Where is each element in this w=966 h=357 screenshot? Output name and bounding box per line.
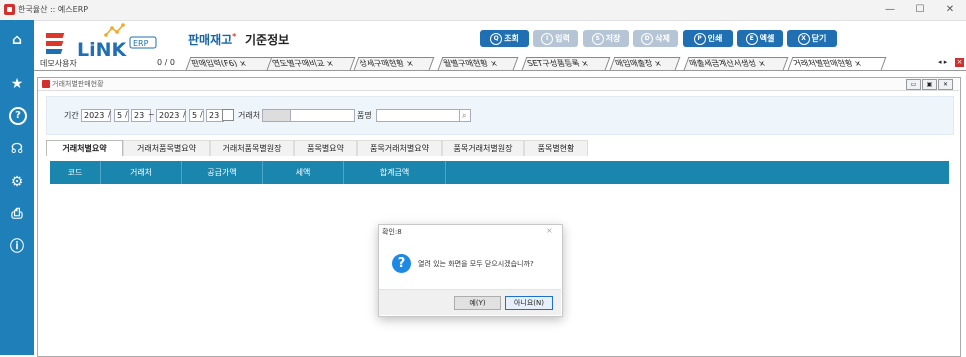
close-button[interactable]: X 닫기 — [787, 30, 837, 47]
partner-code-field[interactable] — [262, 109, 292, 122]
link-erp-logo: LiNK ERP — [38, 23, 158, 61]
doc-tab[interactable]: 연도별구매비교 × — [266, 57, 356, 70]
column-partner[interactable]: 거래처 — [101, 161, 182, 184]
minimize-button[interactable]: — — [873, 0, 907, 20]
home-icon[interactable]: ⌂ — [8, 31, 26, 49]
inner-window-title: 거래처별판매현황 — [52, 80, 104, 88]
doc-tab[interactable]: 상세구매현황 × — [353, 57, 435, 70]
search-icon[interactable]: ⌕ — [459, 109, 471, 122]
dialog-close-icon[interactable]: × — [546, 226, 553, 235]
window-title-bar — [0, 0, 966, 21]
no-button[interactable]: 아니요(N) — [505, 296, 553, 310]
inner-minimize-button[interactable]: ▭ — [906, 79, 921, 90]
dialog-message: 열려 있는 화면을 모두 닫으시겠습니까? — [418, 260, 534, 268]
inner-window-icon — [42, 80, 50, 88]
printer-icon[interactable]: ⎙ — [8, 205, 26, 223]
print-button[interactable]: P 인쇄 — [683, 30, 733, 47]
partner-name-field[interactable] — [290, 109, 355, 122]
headset-icon[interactable]: ☊ — [8, 140, 26, 158]
calendar-icon[interactable] — [222, 109, 234, 121]
column-total-amount[interactable]: 합계금액 — [344, 161, 446, 184]
close-all-tabs-icon[interactable]: × — [955, 58, 964, 67]
tab-partner-item-ledger[interactable]: 거래처품목별원장 — [210, 140, 294, 156]
tab-item-partner-ledger[interactable]: 품목거래처별원장 — [442, 140, 524, 156]
date-separator: / — [108, 110, 111, 119]
column-code[interactable]: 코드 — [50, 161, 101, 184]
date-separator: / — [200, 110, 203, 119]
settings-icon[interactable]: ⚙ — [8, 173, 26, 191]
column-supply-amount[interactable]: 공급가액 — [182, 161, 263, 184]
doc-tab[interactable]: 월별구매현황 × — [437, 57, 519, 70]
column-tax[interactable]: 세액 — [263, 161, 344, 184]
input-button[interactable]: I 입력 — [533, 30, 578, 47]
app-icon — [4, 4, 15, 15]
date-separator: / — [125, 110, 128, 119]
tab-item-summary[interactable]: 품목별요약 — [294, 140, 357, 156]
delete-button[interactable]: D 삭제 — [633, 30, 678, 47]
to-year-field[interactable]: 2023 — [156, 109, 186, 122]
dialog-title: 확인:8 — [382, 228, 402, 236]
tab-partner-summary[interactable]: 거래처별요약 — [46, 140, 123, 156]
question-icon: ? — [392, 254, 411, 273]
doc-tab[interactable]: SET구성품등록 × — [521, 57, 611, 70]
inner-title-bar — [38, 78, 959, 91]
doc-tab[interactable]: 매입매출장 × — [609, 57, 681, 70]
excel-button[interactable]: E 엑셀 — [737, 30, 783, 47]
item-name-field[interactable] — [376, 109, 462, 122]
page-count: 0 / 0 — [157, 58, 175, 67]
svg-text:ERP: ERP — [133, 39, 149, 48]
section-title: 기준정보 — [245, 33, 290, 47]
yes-button[interactable]: 예(Y) — [454, 296, 501, 310]
star-icon[interactable]: ★ — [8, 75, 26, 93]
partner-label: 거래처 — [238, 111, 261, 120]
user-label: 데모사용자 — [40, 59, 77, 68]
period-label: 기간 — [64, 111, 79, 120]
range-tilde: ~ — [148, 110, 155, 119]
date-separator: / — [183, 110, 186, 119]
inner-restore-button[interactable]: ▣ — [922, 79, 937, 90]
maximize-button[interactable]: ☐ — [903, 0, 937, 20]
help-icon[interactable]: ? — [9, 107, 27, 125]
module-title: 판매재고* — [188, 32, 237, 47]
info-icon[interactable]: ⓘ — [8, 238, 26, 256]
tab-partner-item-summary[interactable]: 거래처품목별요약 — [123, 140, 210, 156]
inner-close-button[interactable]: ✕ — [938, 79, 953, 90]
doc-tab[interactable]: 매출세금계산서생성 × — [683, 57, 789, 70]
from-year-field[interactable]: 2023 — [81, 109, 111, 122]
tab-scroll-arrows[interactable]: ◂ ▸ — [938, 58, 947, 66]
save-button[interactable]: S 저장 — [583, 30, 629, 47]
item-label: 품명 — [357, 111, 372, 120]
window-title: 한국율산 :: 예스ERP — [18, 5, 89, 14]
close-window-button[interactable]: ✕ — [933, 0, 966, 20]
doc-tab[interactable]: 판매입력(F6) × — [185, 57, 275, 70]
query-button[interactable]: Q 조회 — [480, 30, 529, 47]
svg-text:LiNK: LiNK — [77, 39, 128, 59]
tab-item-partner-summary[interactable]: 품목거래처별요약 — [357, 140, 442, 156]
doc-tab-active[interactable]: 거래처별판매현황 × — [787, 57, 887, 70]
tab-item-status[interactable]: 품목별현황 — [524, 140, 588, 156]
